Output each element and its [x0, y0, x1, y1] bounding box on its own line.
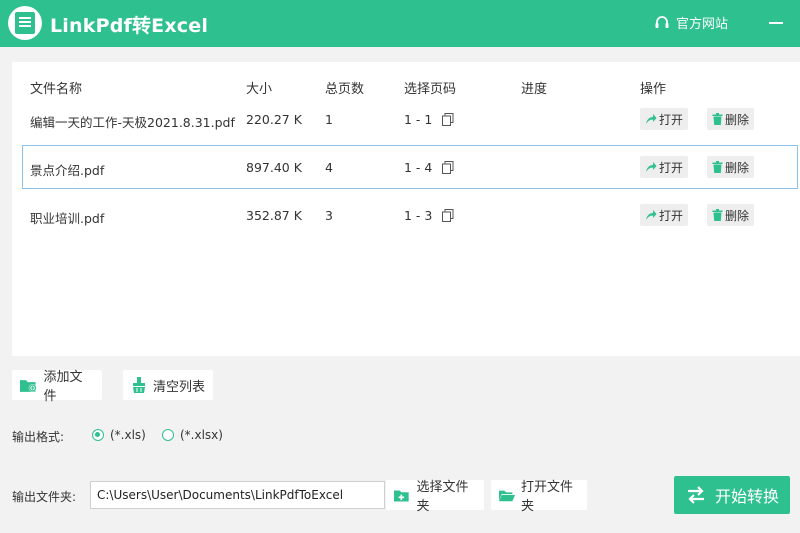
delete-button[interactable]: 删除 — [707, 156, 755, 178]
share-arrow-icon — [646, 210, 657, 220]
trash-icon — [712, 209, 723, 221]
file-size: 352.87 K — [246, 208, 302, 223]
header-name: 文件名称 — [30, 82, 83, 97]
page-range: 1 - 4 — [404, 160, 454, 175]
table-row-selected[interactable]: 景点介绍.pdf 897.40 K 4 1 - 4 打开 删除 — [22, 145, 798, 189]
file-size: 897.40 K — [246, 160, 302, 175]
add-file-button[interactable]: 添加文件 — [12, 370, 102, 404]
open-button[interactable]: 打开 — [640, 156, 689, 178]
trash-icon — [712, 113, 723, 125]
header-ops: 操作 — [640, 82, 667, 97]
folder-plus-icon — [394, 489, 409, 501]
choose-folder-button[interactable]: 选择文件夹 — [386, 480, 484, 514]
header-progress: 进度 — [521, 82, 548, 97]
broom-icon — [133, 377, 145, 393]
copy-icon[interactable] — [442, 209, 454, 222]
file-pages: 1 — [325, 112, 333, 127]
page-range-value: 1 - 1 — [404, 112, 433, 127]
file-size: 220.27 K — [246, 112, 302, 127]
radio-xls[interactable]: (*.xls) — [92, 428, 146, 442]
output-path-input[interactable] — [90, 481, 385, 509]
file-name: 编辑一天的工作-天极2021.8.31.pdf — [30, 115, 235, 130]
copy-icon[interactable] — [442, 113, 454, 126]
copy-icon[interactable] — [442, 161, 454, 174]
file-name: 景点介绍.pdf — [30, 163, 105, 178]
file-name: 职业培训.pdf — [30, 211, 105, 226]
folder-add-icon — [20, 379, 37, 392]
open-button[interactable]: 打开 — [640, 204, 689, 226]
official-site-label: 官方网站 — [676, 17, 729, 32]
share-arrow-icon — [646, 162, 657, 172]
radio-xlsx-dot — [162, 429, 174, 441]
open-folder-button[interactable]: 打开文件夹 — [491, 480, 587, 514]
app-title: LinkPdf转Excel — [50, 15, 209, 37]
page-range-value: 1 - 3 — [404, 208, 433, 223]
file-pages: 4 — [325, 160, 333, 175]
header-range: 选择页码 — [404, 82, 457, 97]
format-label: 输出格式: — [12, 430, 65, 444]
trash-icon — [712, 161, 723, 173]
page-range-value: 1 - 4 — [404, 160, 433, 175]
table-row[interactable]: 编辑一天的工作-天极2021.8.31.pdf 220.27 K 1 1 - 1… — [22, 98, 798, 142]
delete-button[interactable]: 删除 — [707, 108, 755, 130]
folder-open-icon — [499, 490, 516, 501]
app-logo — [8, 6, 42, 40]
page-range: 1 - 3 — [404, 208, 454, 223]
file-list-panel: 文件名称 大小 总页数 选择页码 进度 操作 编辑一天的工作-天极2021.8.… — [12, 62, 800, 356]
radio-xls-dot — [92, 429, 104, 441]
radio-xlsx[interactable]: (*.xlsx) — [162, 428, 223, 442]
header-size: 大小 — [246, 82, 273, 97]
output-folder-label: 输出文件夹: — [12, 490, 77, 504]
minimize-icon[interactable] — [766, 10, 786, 34]
title-bar: LinkPdf转Excel 官方网站 — [0, 0, 800, 47]
header-pages: 总页数 — [325, 82, 365, 97]
clear-list-button[interactable]: 清空列表 — [123, 370, 213, 400]
table-row[interactable]: 职业培训.pdf 352.87 K 3 1 - 3 打开 删除 — [22, 194, 798, 238]
swap-arrows-icon — [687, 486, 704, 504]
page-range: 1 - 1 — [404, 112, 454, 127]
headset-icon — [655, 15, 669, 28]
delete-button[interactable]: 删除 — [707, 204, 755, 226]
start-convert-button[interactable]: 开始转换 — [674, 476, 790, 514]
file-pages: 3 — [325, 208, 333, 223]
official-site-link[interactable]: 官方网站 — [654, 13, 728, 32]
open-button[interactable]: 打开 — [640, 108, 689, 130]
share-arrow-icon — [646, 114, 657, 124]
